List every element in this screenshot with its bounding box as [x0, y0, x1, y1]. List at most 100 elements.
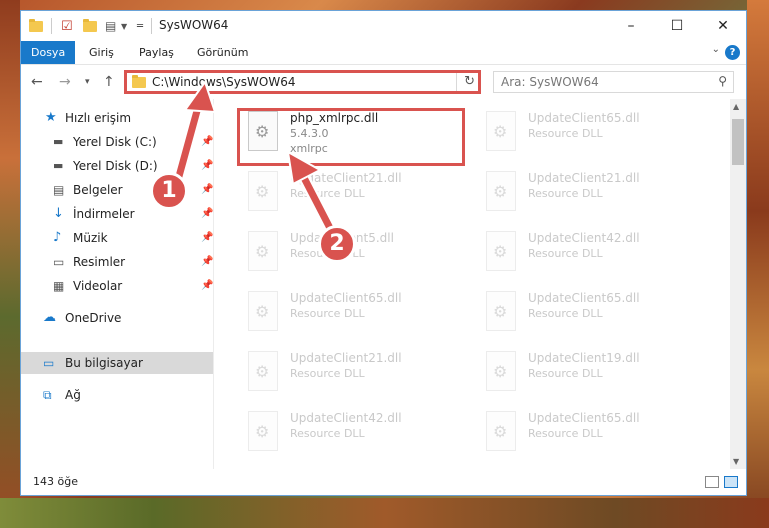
- explorer-window: ☑ ▤ ▼ ═ SysWOW64 – ☐ ✕ Dosya Giriş Payla…: [20, 10, 747, 496]
- up-arrow-icon[interactable]: ↑: [103, 74, 115, 90]
- dll-file-icon: [248, 351, 278, 391]
- divider: [51, 18, 52, 34]
- back-arrow-icon[interactable]: ←: [31, 74, 43, 90]
- vertical-scrollbar[interactable]: ▲ ▼: [730, 99, 746, 469]
- address-path[interactable]: C:\Windows\SysWOW64: [152, 75, 296, 89]
- dll-file-icon: [248, 111, 278, 151]
- nav-item-downloads[interactable]: ↓ İndirmeler 📌: [21, 203, 213, 225]
- nav-item-local-disk-d[interactable]: ▬ Yerel Disk (D:) 📌: [21, 155, 213, 177]
- details-view-icon[interactable]: [705, 476, 719, 488]
- window-title: SysWOW64: [159, 18, 229, 32]
- download-icon: ↓: [53, 206, 64, 221]
- pin-icon[interactable]: 📌: [201, 275, 213, 297]
- ribbon-tabs: Dosya Giriş Paylaş Görünüm ⌄ ?: [21, 41, 746, 65]
- tab-file[interactable]: Dosya: [21, 41, 76, 64]
- file-item[interactable]: UpdateClient21.dll Resource DLL: [242, 349, 472, 401]
- desktop-background-bottom: [0, 498, 769, 528]
- music-icon: ♪: [53, 230, 62, 245]
- navigation-pane: ★ Hızlı erişim ▬ Yerel Disk (C:) 📌 ▬ Yer…: [21, 99, 214, 469]
- nav-item-local-disk-c[interactable]: ▬ Yerel Disk (C:) 📌: [21, 131, 213, 153]
- title-bar: ☑ ▤ ▼ ═ SysWOW64 – ☐ ✕: [21, 11, 746, 41]
- pictures-icon: ▭: [53, 255, 65, 269]
- file-item[interactable]: UpdateClient65.dll Resource DLL: [242, 289, 472, 341]
- large-icons-view-icon[interactable]: [724, 476, 738, 488]
- desktop-background-right: [747, 0, 769, 528]
- search-placeholder: Ara: SysWOW64: [501, 75, 599, 89]
- file-item[interactable]: UpdateClient42.dll Resource DLL: [480, 229, 710, 281]
- refresh-icon[interactable]: ↻: [464, 74, 475, 89]
- nav-item-onedrive[interactable]: ☁ OneDrive: [21, 307, 213, 329]
- pin-icon[interactable]: 📌: [201, 203, 213, 225]
- pin-icon[interactable]: 📌: [201, 251, 213, 273]
- drive-icon: ▬: [53, 159, 64, 172]
- tab-home[interactable]: Giriş: [79, 41, 124, 64]
- pin-icon[interactable]: 📌: [201, 179, 213, 201]
- scroll-down-icon[interactable]: ▼: [733, 457, 739, 466]
- dll-file-icon: [486, 411, 516, 451]
- computer-icon: ▭: [43, 356, 55, 370]
- videos-icon: ▦: [53, 279, 65, 293]
- file-item[interactable]: UpdateClient21.dll Resource DLL: [480, 169, 710, 221]
- qat-view-icon[interactable]: ▤: [105, 18, 116, 34]
- dll-file-icon: [248, 411, 278, 451]
- folder-icon: [132, 75, 146, 88]
- scroll-up-icon[interactable]: ▲: [733, 102, 739, 111]
- properties-icon[interactable]: ☑: [61, 18, 73, 34]
- help-icon[interactable]: ?: [725, 45, 740, 60]
- file-item[interactable]: UpdateClient5.dll Resource DLL: [242, 229, 472, 281]
- tab-share[interactable]: Paylaş: [129, 41, 184, 64]
- dll-file-icon: [486, 351, 516, 391]
- file-item[interactable]: UpdateClient19.dll Resource DLL: [480, 349, 710, 401]
- file-list: php_xmlrpc.dll 5.4.3.0 xmlrpc UpdateClie…: [214, 99, 724, 469]
- desktop-background-left: [0, 0, 20, 528]
- maximize-button[interactable]: ☐: [654, 11, 700, 41]
- minimize-button[interactable]: –: [608, 11, 654, 41]
- chevron-down-icon[interactable]: ⌄: [712, 44, 720, 55]
- file-item[interactable]: UpdateClient42.dll Resource DLL: [242, 409, 472, 461]
- recent-dropdown-icon[interactable]: ▾: [85, 77, 90, 87]
- file-item[interactable]: UpdateClient65.dll Resource DLL: [480, 109, 710, 161]
- nav-item-this-pc[interactable]: ▭ Bu bilgisayar: [21, 352, 213, 374]
- documents-icon: ▤: [53, 183, 65, 197]
- qat-dropdown-icon[interactable]: ▼: [121, 18, 127, 34]
- dll-file-icon: [486, 111, 516, 151]
- dll-file-icon: [248, 171, 278, 211]
- pin-icon[interactable]: 📌: [201, 227, 213, 249]
- nav-item-quick-access[interactable]: ★ Hızlı erişim: [21, 107, 213, 129]
- star-icon: ★: [45, 110, 57, 125]
- address-row: ← → ▾ ↑ C:\Windows\SysWOW64 ↻ Ara: SysWO…: [21, 65, 746, 99]
- nav-item-music[interactable]: ♪ Müzik 📌: [21, 227, 213, 249]
- dll-file-icon: [486, 171, 516, 211]
- address-bar[interactable]: C:\Windows\SysWOW64 ↻: [125, 71, 480, 93]
- step-badge-1: 1: [150, 172, 188, 210]
- pin-icon[interactable]: 📌: [201, 131, 213, 153]
- divider: [151, 18, 152, 34]
- divider: [456, 72, 457, 92]
- folder-icon: [29, 18, 43, 34]
- dll-file-icon: [486, 291, 516, 331]
- file-item[interactable]: UpdateClient65.dll Resource DLL: [480, 409, 710, 461]
- nav-item-network[interactable]: ⧉ Ağ: [21, 384, 213, 406]
- drive-icon: ▬: [53, 135, 64, 148]
- forward-arrow-icon[interactable]: →: [59, 74, 71, 90]
- new-folder-icon[interactable]: [83, 18, 97, 34]
- dll-file-icon: [248, 231, 278, 271]
- search-input[interactable]: Ara: SysWOW64 ⚲: [493, 71, 734, 93]
- dll-file-icon: [486, 231, 516, 271]
- step-badge-2: 2: [318, 225, 356, 263]
- dll-file-icon: [248, 291, 278, 331]
- nav-item-videos[interactable]: ▦ Videolar 📌: [21, 275, 213, 297]
- qat-customize-icon[interactable]: ═: [137, 18, 143, 34]
- search-icon[interactable]: ⚲: [718, 74, 727, 88]
- nav-item-pictures[interactable]: ▭ Resimler 📌: [21, 251, 213, 273]
- file-item[interactable]: UpdateClient21.dll Resource DLL: [242, 169, 472, 221]
- scroll-thumb[interactable]: [732, 119, 744, 165]
- file-item[interactable]: UpdateClient65.dll Resource DLL: [480, 289, 710, 341]
- tab-view[interactable]: Görünüm: [187, 41, 258, 64]
- network-icon: ⧉: [43, 388, 52, 402]
- status-bar: 143 öğe: [21, 471, 746, 495]
- close-button[interactable]: ✕: [700, 11, 746, 41]
- cloud-icon: ☁: [43, 310, 56, 325]
- file-item-php-xmlrpc[interactable]: php_xmlrpc.dll 5.4.3.0 xmlrpc: [242, 109, 472, 161]
- pin-icon[interactable]: 📌: [201, 155, 213, 177]
